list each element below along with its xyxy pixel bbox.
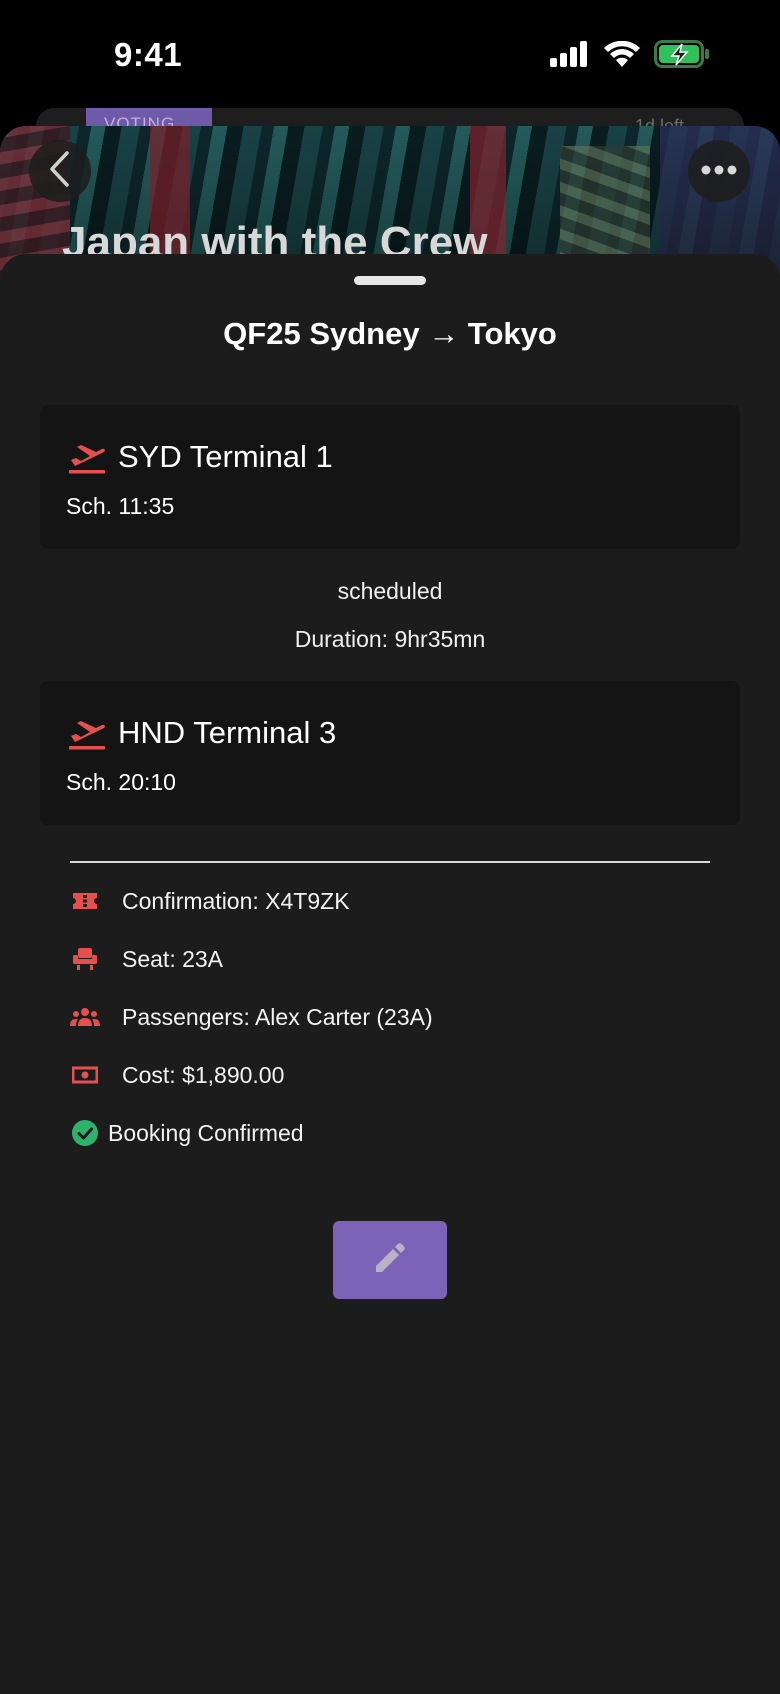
people-icon (70, 1002, 100, 1032)
signal-icon (550, 41, 590, 72)
divider (70, 861, 710, 863)
more-horizontal-icon (701, 162, 737, 180)
arrival-row: HND Terminal 3 (68, 715, 336, 751)
flight-details-sheet: QF25 Sydney → Tokyo SYD Terminal 1 Sch. … (0, 254, 780, 1694)
confirmation-row: Confirmation: X4T9ZK (70, 886, 350, 916)
status-bar: 9:41 (0, 0, 780, 118)
booking-status: Booking Confirmed (108, 1119, 304, 1146)
passengers-row: Passengers: Alex Carter (23A) (70, 1002, 433, 1032)
seat-row: Seat: 23A (70, 944, 223, 974)
arrival-scheduled-time: Sch. 20:10 (66, 769, 176, 795)
sheet-grabber[interactable] (354, 276, 426, 285)
booking-status-row: Booking Confirmed (70, 1118, 304, 1148)
status-icons (550, 40, 710, 73)
flight-duration: Duration: 9hr35mn (294, 626, 486, 652)
seat-icon (70, 944, 100, 974)
confirmation-code: Confirmation: X4T9ZK (122, 887, 350, 914)
status-time: 9:41 (114, 36, 183, 73)
screen: 9:41 VOTING Japan with the Crew QF25 Syd… (0, 0, 780, 1694)
back-button[interactable] (29, 140, 91, 202)
plane-takeoff-icon (68, 716, 106, 750)
pencil-icon (373, 1241, 407, 1280)
check-circle-icon (70, 1118, 100, 1148)
wifi-icon (604, 40, 640, 72)
flight-title: QF25 Sydney → Tokyo (223, 316, 557, 351)
arrival-airport: HND Terminal 3 (118, 715, 337, 750)
departure-airport: SYD Terminal 1 (118, 439, 333, 474)
passenger-list: Passengers: Alex Carter (23A) (122, 1003, 433, 1030)
departure-card: SYD Terminal 1 Sch. 11:35 (40, 405, 740, 549)
cost-row: Cost: $1,890.00 (70, 1060, 284, 1090)
departure-scheduled-time: Sch. 11:35 (66, 493, 175, 519)
plane-takeoff-icon (68, 440, 106, 474)
flight-status: scheduled (337, 578, 443, 604)
flight-cost: Cost: $1,890.00 (122, 1061, 285, 1088)
seat-number: Seat: 23A (122, 945, 224, 972)
more-options-button[interactable] (688, 140, 750, 202)
arrival-card: HND Terminal 3 Sch. 20:10 (40, 681, 740, 825)
money-icon (70, 1060, 100, 1090)
battery-charging-icon (654, 40, 710, 73)
chevron-left-icon (47, 150, 73, 193)
departure-row: SYD Terminal 1 (68, 439, 333, 475)
ticket-icon (70, 886, 100, 916)
edit-button[interactable] (333, 1221, 447, 1299)
